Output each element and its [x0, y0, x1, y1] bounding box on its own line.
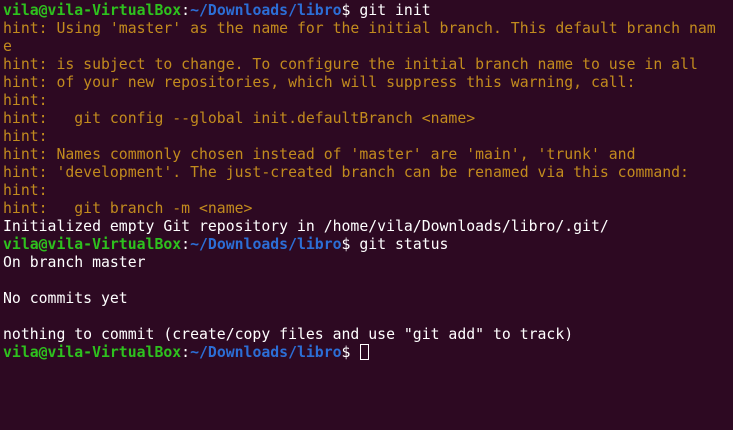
- hint-line: hint:: [3, 182, 48, 199]
- prompt-path: ~/Downloads/libro: [190, 2, 342, 19]
- hint-line: hint: 'development'. The just-created br…: [3, 164, 689, 181]
- hint-line: hint: Names commonly chosen instead of '…: [3, 146, 636, 163]
- prompt-colon: :: [181, 344, 191, 361]
- prompt-user-host: vila@vila-VirtualBox: [3, 236, 182, 253]
- output-line: Initialized empty Git repository in /hom…: [3, 218, 609, 235]
- hint-line: hint: git branch -m <name>: [3, 200, 253, 217]
- prompt-colon: :: [181, 236, 191, 253]
- active-prompt-line[interactable]: vila@vila-VirtualBox:~/Downloads/libro$: [3, 344, 733, 362]
- output-line: On branch master: [3, 254, 146, 271]
- command-text: git status: [359, 236, 449, 253]
- hint-line: hint: git config --global init.defaultBr…: [3, 110, 476, 127]
- prompt-dollar: $: [341, 236, 360, 253]
- hint-line: hint:: [3, 128, 48, 145]
- prompt-line: vila@vila-VirtualBox:~/Downloads/libro$ …: [3, 236, 733, 254]
- prompt-dollar: $: [341, 344, 360, 361]
- output-line: No commits yet: [3, 290, 128, 307]
- prompt-user-host: vila@vila-VirtualBox: [3, 2, 182, 19]
- text-cursor: [360, 344, 370, 360]
- hint-line: hint: is subject to change. To configure…: [3, 56, 698, 73]
- prompt-user-host: vila@vila-VirtualBox: [3, 344, 182, 361]
- output-line: nothing to commit (create/copy files and…: [3, 326, 574, 343]
- command-text: git init: [359, 2, 431, 19]
- prompt-line: vila@vila-VirtualBox:~/Downloads/libro$ …: [3, 2, 733, 20]
- prompt-path: ~/Downloads/libro: [190, 236, 342, 253]
- hint-line: hint: of your new repositories, which wi…: [3, 74, 636, 91]
- hint-line: hint:: [3, 92, 48, 109]
- prompt-path: ~/Downloads/libro: [190, 344, 342, 361]
- hint-line: hint: Using 'master' as the name for the…: [3, 20, 716, 37]
- prompt-dollar: $: [341, 2, 360, 19]
- prompt-colon: :: [181, 2, 191, 19]
- hint-line: e: [3, 38, 12, 55]
- terminal-window[interactable]: vila@vila-VirtualBox:~/Downloads/libro$ …: [0, 0, 733, 430]
